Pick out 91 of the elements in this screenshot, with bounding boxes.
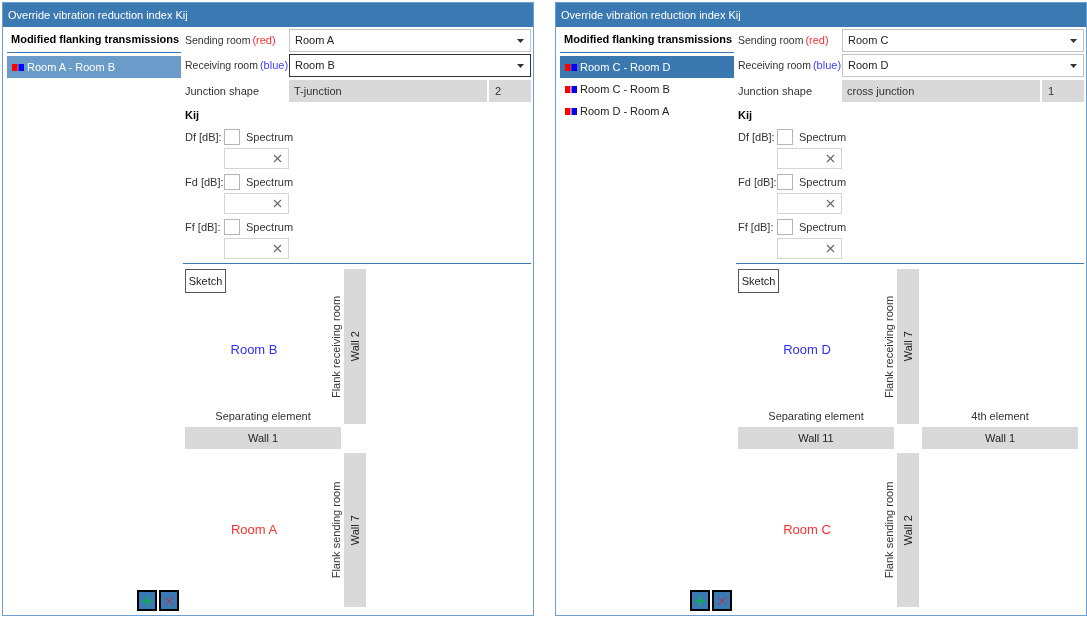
add-button[interactable] <box>690 590 710 611</box>
element-label: Flank receiving room <box>881 295 896 399</box>
caret-down-icon <box>517 38 524 43</box>
wall-label: Wall 1 <box>247 430 279 446</box>
room-dropdown[interactable]: Room A <box>289 29 531 52</box>
field-label: Junction shape <box>737 83 813 99</box>
sketch-button[interactable]: Sketch <box>185 269 226 293</box>
squares-icon <box>12 63 24 71</box>
color-hint: (red) <box>252 33 276 49</box>
squares-icon <box>565 63 577 71</box>
room-name: Room A <box>230 521 278 540</box>
checkbox[interactable] <box>224 219 240 235</box>
room-name: Room D <box>783 341 831 360</box>
clear-icon[interactable] <box>824 242 837 255</box>
checkbox[interactable] <box>777 174 793 190</box>
plus-icon <box>693 593 707 608</box>
clear-icon[interactable] <box>271 242 284 255</box>
element-label: Flank sending room <box>881 481 896 579</box>
caret-down-icon <box>1070 38 1077 43</box>
color-hint: (red) <box>805 33 829 49</box>
color-hint: (blue) <box>259 58 289 74</box>
field-label: Receiving room <box>185 57 258 73</box>
field-label: Df [dB]: <box>737 129 776 145</box>
wall-label: Wall 11 <box>798 430 834 446</box>
checkbox-label: Spectrum <box>246 219 294 235</box>
wall-label: Wall 7 <box>900 331 915 362</box>
room-name: Room C <box>783 521 831 540</box>
checkbox-label: Spectrum <box>799 129 847 145</box>
squares-icon <box>565 107 577 115</box>
checkbox[interactable] <box>777 219 793 235</box>
checkbox-label: Spectrum <box>246 174 294 190</box>
window-title: Override vibration reduction index Kij <box>8 7 188 23</box>
room-dropdown[interactable]: Room B <box>289 54 531 77</box>
value-field[interactable] <box>224 193 289 214</box>
element-label: 4th element <box>971 408 1029 424</box>
room-dropdown[interactable]: Room C <box>842 29 1084 52</box>
checkbox-label: Spectrum <box>799 219 847 235</box>
field-label: Fd [dB]: <box>184 174 224 190</box>
element-label: Flank receiving room <box>328 295 343 399</box>
checkbox[interactable] <box>224 174 240 190</box>
element-label: Separating element <box>768 408 864 424</box>
field-label: Ff [dB]: <box>184 219 222 235</box>
list-header: Modified flanking transmissions <box>564 32 733 48</box>
junction-shape-field: cross junction <box>842 80 1040 102</box>
color-hint: (blue) <box>812 58 842 74</box>
field-label: Junction shape <box>184 83 260 99</box>
caret-down-icon <box>517 63 524 68</box>
list-item[interactable]: Room C - Room B <box>560 78 734 100</box>
plus-icon <box>140 593 154 608</box>
value-field[interactable] <box>224 238 289 259</box>
window-title: Override vibration reduction index Kij <box>561 7 741 23</box>
field-label: Sending room <box>738 32 804 48</box>
checkbox[interactable] <box>224 129 240 145</box>
value-field[interactable] <box>777 148 842 169</box>
clear-icon[interactable] <box>824 197 837 210</box>
junction-shape-field: T-junction <box>289 80 487 102</box>
checkbox[interactable] <box>777 129 793 145</box>
sketch-button[interactable]: Sketch <box>738 269 779 293</box>
element-label: Separating element <box>215 408 311 424</box>
field-label: Fd [dB]: <box>737 174 777 190</box>
value-field[interactable] <box>777 193 842 214</box>
wall-label: Wall 2 <box>347 331 362 362</box>
squares-icon <box>565 85 577 93</box>
wall-label: Wall 7 <box>347 514 362 546</box>
list-item[interactable]: Room D - Room A <box>560 100 734 122</box>
list-header: Modified flanking transmissions <box>11 32 180 48</box>
room-name: Room B <box>230 341 278 360</box>
wall-label: Wall 2 <box>900 514 915 546</box>
clear-icon[interactable] <box>271 197 284 210</box>
value-field[interactable] <box>224 148 289 169</box>
field-label: Df [dB]: <box>184 129 223 145</box>
section-title: Kij <box>738 107 753 123</box>
value-field[interactable] <box>777 238 842 259</box>
field-label: Receiving room <box>738 57 811 73</box>
field-label: Sending room <box>185 32 251 48</box>
checkbox-label: Spectrum <box>799 174 847 190</box>
list-item[interactable]: Room C - Room D <box>560 56 734 78</box>
delete-button[interactable] <box>159 590 179 611</box>
delete-button[interactable] <box>712 590 732 611</box>
junction-count-field: 1 <box>1042 80 1084 102</box>
field-label: Ff [dB]: <box>737 219 775 235</box>
element-label: Flank sending room <box>328 481 343 579</box>
junction-count-field: 2 <box>489 80 531 102</box>
section-title: Kij <box>185 107 200 123</box>
checkbox-label: Spectrum <box>246 129 294 145</box>
wall-label: Wall 1 <box>984 430 1016 446</box>
add-button[interactable] <box>137 590 157 611</box>
clear-icon[interactable] <box>271 152 284 165</box>
clear-icon[interactable] <box>824 152 837 165</box>
caret-down-icon <box>1070 63 1077 68</box>
room-dropdown[interactable]: Room D <box>842 54 1084 77</box>
